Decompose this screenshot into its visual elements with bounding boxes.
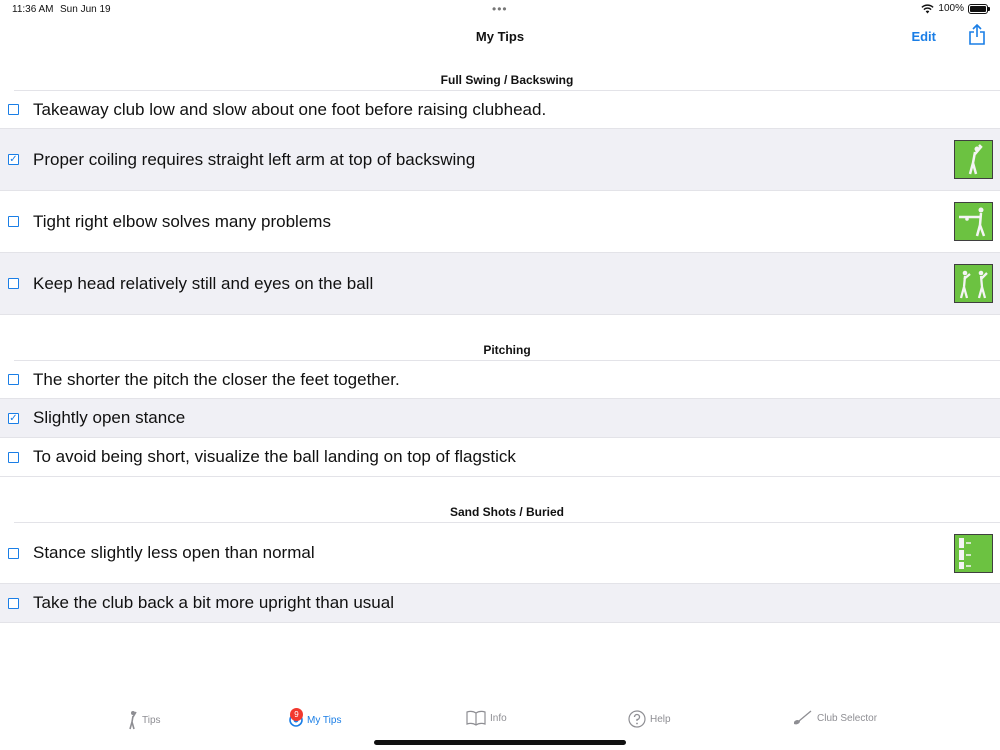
tab-label: Tips bbox=[142, 714, 161, 726]
section-header: Sand Shots / Buried bbox=[14, 498, 1000, 523]
tip-text: Take the club back a bit more upright th… bbox=[33, 593, 394, 612]
home-indicator[interactable] bbox=[374, 740, 626, 745]
tip-row[interactable]: Takeaway club low and slow about one foo… bbox=[0, 91, 1000, 129]
checkbox[interactable] bbox=[8, 547, 19, 559]
status-bar: 11:36 AM Sun Jun 19 ••• 100% bbox=[0, 0, 1000, 20]
notification-badge: 9 bbox=[290, 708, 303, 721]
tip-row[interactable]: Stance slightly less open than normal bbox=[0, 523, 1000, 584]
tip-text: To avoid being short, visualize the ball… bbox=[33, 447, 516, 466]
golfer-thumbnail[interactable] bbox=[954, 533, 993, 573]
club-icon bbox=[794, 710, 812, 725]
tip-row[interactable]: To avoid being short, visualize the ball… bbox=[0, 438, 1000, 477]
share-icon[interactable] bbox=[968, 23, 986, 51]
tip-text: Tight right elbow solves many problems bbox=[33, 211, 331, 231]
tip-row[interactable]: Keep head relatively still and eyes on t… bbox=[0, 253, 1000, 315]
tip-text: The shorter the pitch the closer the fee… bbox=[33, 369, 400, 389]
status-time: 11:36 AM bbox=[12, 4, 54, 15]
edit-button[interactable]: Edit bbox=[911, 29, 936, 44]
checkbox[interactable] bbox=[8, 597, 19, 609]
battery-percent: 100% bbox=[938, 3, 964, 14]
tip-row[interactable]: Take the club back a bit more upright th… bbox=[0, 584, 1000, 623]
tab-help[interactable]: Help bbox=[628, 710, 671, 728]
golfer-icon bbox=[129, 711, 137, 730]
tab-label: Info bbox=[490, 712, 507, 724]
status-date: Sun Jun 19 bbox=[60, 4, 111, 15]
tip-row[interactable]: ✓ Proper coiling requires straight left … bbox=[0, 129, 1000, 191]
checkbox-checked[interactable]: ✓ bbox=[8, 154, 19, 165]
wifi-icon bbox=[921, 3, 935, 13]
tab-my-tips[interactable]: My Tips 9 bbox=[289, 708, 342, 727]
multitasking-dots-icon[interactable]: ••• bbox=[492, 2, 508, 16]
tab-label: Help bbox=[650, 713, 671, 725]
checkbox[interactable] bbox=[8, 216, 19, 227]
battery-icon bbox=[968, 3, 990, 14]
status-right: 100% bbox=[921, 3, 990, 14]
checkbox[interactable] bbox=[8, 104, 19, 115]
tab-label: My Tips bbox=[307, 714, 342, 726]
book-icon bbox=[466, 710, 486, 726]
checkbox-checked[interactable]: ✓ bbox=[8, 412, 19, 424]
tab-club-selector[interactable]: Club Selector bbox=[793, 710, 877, 726]
golfer-thumbnail[interactable] bbox=[954, 140, 993, 179]
tab-label: Club Selector bbox=[817, 712, 878, 724]
tip-row[interactable]: Tight right elbow solves many problems bbox=[0, 191, 1000, 253]
checkbox[interactable] bbox=[8, 278, 19, 289]
golfer-thumbnail[interactable] bbox=[954, 264, 993, 303]
navigation-bar: My Tips Edit bbox=[0, 20, 1000, 56]
section-header: Full Swing / Backswing bbox=[14, 66, 1000, 91]
tip-text: Proper coiling requires straight left ar… bbox=[33, 149, 476, 169]
tip-text: Takeaway club low and slow about one foo… bbox=[33, 99, 547, 119]
tip-row[interactable]: ✓ Slightly open stance bbox=[0, 399, 1000, 438]
checkbox[interactable] bbox=[8, 451, 19, 463]
golfer-thumbnail[interactable] bbox=[954, 202, 993, 241]
tip-text: Keep head relatively still and eyes on t… bbox=[33, 273, 374, 293]
tips-list: Full Swing / Backswing Takeaway club low… bbox=[0, 66, 1000, 623]
tip-row[interactable]: The shorter the pitch the closer the fee… bbox=[0, 361, 1000, 399]
tip-text: Slightly open stance bbox=[33, 408, 186, 427]
tab-info[interactable]: Info bbox=[466, 710, 507, 726]
question-icon bbox=[628, 710, 646, 728]
tip-text: Stance slightly less open than normal bbox=[33, 543, 315, 562]
tab-tips[interactable]: Tips bbox=[126, 710, 161, 730]
section-header: Pitching bbox=[14, 336, 1000, 361]
page-title: My Tips bbox=[475, 29, 525, 44]
checkbox[interactable] bbox=[8, 374, 19, 385]
